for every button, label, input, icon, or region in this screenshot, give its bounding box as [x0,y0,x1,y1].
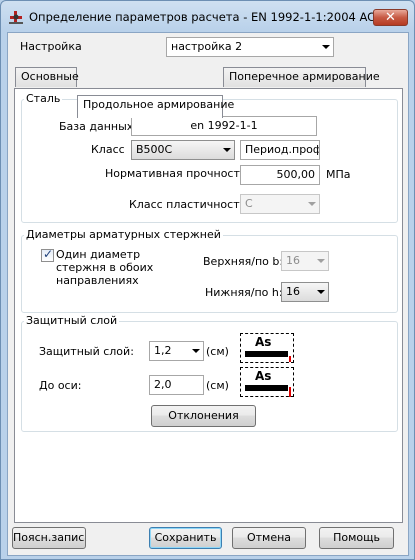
preview-as-label: As [255,335,272,349]
same-diameter-label-line-1: Один диаметр [56,248,141,261]
chevron-down-icon [317,259,325,263]
top-diameter-value: 16 [286,254,300,267]
bottom-diameter-select[interactable]: 16 [281,282,329,302]
database-field[interactable]: en 1992-1-1 [131,116,317,136]
chevron-down-icon [317,290,325,294]
same-diameter-label-line-3: направлениях [56,274,139,287]
tab-panel: Сталь База данных en 1992-1-1 Класс B500… [14,88,403,523]
close-icon[interactable]: ✕ [373,9,408,26]
strength-unit: МПа [326,168,351,181]
profile-field[interactable]: Период.профиль [240,140,320,160]
tab-longitudinal-reinforcement[interactable]: Продольное армирование [77,95,234,118]
dialog-window: Определение параметров расчета - EN 1992… [0,0,415,560]
cancel-button[interactable]: Отмена [232,527,306,549]
database-label: База данных [59,120,134,133]
axis-preview: As [240,367,294,397]
cover-value: 1,2 [154,344,172,357]
chevron-down-icon [223,148,231,152]
tab-transverse-reinforcement[interactable]: Поперечное армирование [223,67,380,87]
axis-dimension-marker [289,387,291,397]
setting-value: настройка 2 [171,40,243,53]
top-diameter-label: Верхняя/по b: [203,255,284,268]
diameters-group-title: Диаметры арматурных стержней [24,228,223,241]
same-diameter-checkbox[interactable]: ✓ [41,247,54,262]
cover-dimension-marker [289,356,291,362]
cover-select[interactable]: 1,2 [149,341,204,361]
cover-group-title: Защитный слой [24,314,120,327]
preview-as-label: As [255,369,272,383]
rebar-bar [245,385,288,391]
axis-distance-unit: (см) [206,379,229,392]
strength-label: Нормативная прочность [105,167,247,180]
tab-basic[interactable]: Основные [15,67,79,87]
setting-select[interactable]: настройка 2 [166,37,334,57]
cover-unit: (см) [206,345,229,358]
axis-distance-field[interactable]: 2,0 [149,375,204,395]
title-bar[interactable]: Определение параметров расчета - EN 1992… [1,1,414,31]
chevron-down-icon [322,45,330,49]
ductility-value: C [245,197,253,210]
ductility-select[interactable]: C [240,194,320,214]
notes-button[interactable]: Поясн.записка [12,527,86,549]
window-title: Определение параметров расчета - EN 1992… [29,10,409,24]
class-value: B500C [136,143,173,156]
axis-distance-label: До оси: [39,379,82,392]
setting-label: Настройка [20,40,82,53]
cover-preview: As [240,333,294,363]
bottom-diameter-label: Нижняя/по h: [205,286,283,299]
cover-label: Защитный слой: [39,345,134,358]
strength-field[interactable]: 500,00 [240,165,320,185]
chevron-down-icon [308,202,316,206]
deviations-button[interactable]: Отклонения [151,405,256,427]
chevron-down-icon [192,349,200,353]
app-icon [9,11,23,24]
checkmark-icon: ✓ [43,247,54,261]
steel-group-title: Сталь [24,92,63,105]
rebar-bar [245,351,288,357]
help-button[interactable]: Помощь [319,527,394,549]
same-diameter-label-line-2: стержня в обоих [56,261,154,274]
save-button[interactable]: Сохранить [149,527,222,549]
dialog-body: Настройка настройка 2 Основные Продольно… [7,32,409,556]
top-diameter-select[interactable]: 16 [281,251,329,271]
bottom-diameter-value: 16 [286,285,300,298]
class-label: Класс [91,143,125,156]
ductility-label: Класс пластичности [129,198,247,211]
class-select[interactable]: B500C [131,140,235,160]
